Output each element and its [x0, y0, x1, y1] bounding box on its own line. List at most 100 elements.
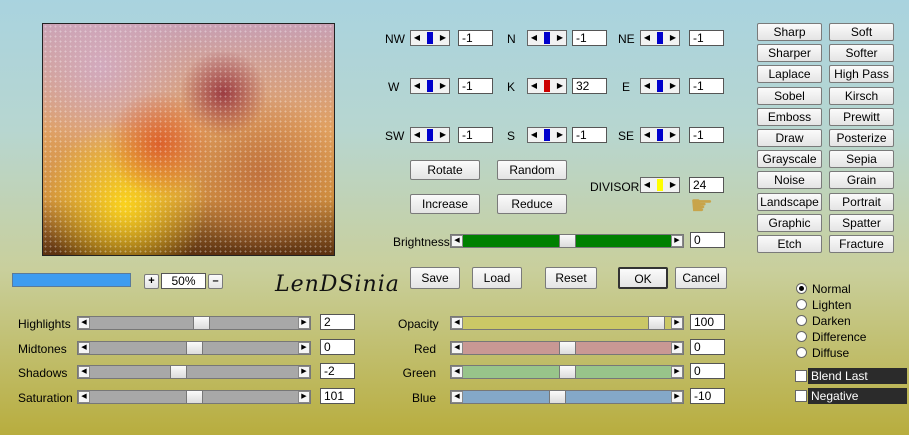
arrow-right-icon[interactable]: ▶ [438, 129, 448, 141]
preset-button-sharp[interactable]: Sharp [757, 23, 822, 41]
preset-button-soft[interactable]: Soft [829, 23, 894, 41]
arrow-right-icon[interactable]: ▶ [298, 341, 310, 354]
slider-field-green[interactable]: 0 [690, 363, 725, 379]
preset-button-sobel[interactable]: Sobel [757, 86, 822, 105]
slider-red[interactable]: ◀ ▶ [450, 340, 684, 355]
matrix-spinner-sw[interactable]: ◀ ▶ [410, 127, 450, 143]
arrow-left-icon[interactable]: ◀ [529, 32, 539, 44]
arrow-left-icon[interactable]: ◀ [451, 366, 463, 378]
arrow-left-icon[interactable]: ◀ [78, 390, 90, 403]
reduce-button[interactable]: Reduce [497, 194, 567, 214]
matrix-spinner-k[interactable]: ◀ ▶ [527, 78, 567, 94]
spinner-thumb[interactable] [427, 32, 433, 44]
reset-button[interactable]: Reset [545, 267, 597, 289]
preset-button-portrait[interactable]: Portrait [829, 192, 894, 211]
preset-button-draw[interactable]: Draw [757, 129, 822, 147]
arrow-left-icon[interactable]: ◀ [451, 390, 463, 403]
slider-knob[interactable] [648, 316, 666, 330]
zoom-in-button[interactable]: + [144, 274, 159, 289]
preset-button-graphic[interactable]: Graphic [757, 213, 822, 232]
arrow-left-icon[interactable]: ◀ [529, 129, 539, 141]
brightness-slider[interactable]: ◀ ▶ [450, 234, 684, 248]
slider-field-opacity[interactable]: 100 [690, 314, 725, 330]
ok-button[interactable]: OK [618, 267, 668, 289]
matrix-spinner-ne[interactable]: ◀ ▶ [640, 30, 680, 46]
preset-button-kirsch[interactable]: Kirsch [829, 86, 894, 105]
arrow-right-icon[interactable]: ▶ [668, 179, 678, 191]
rotate-button[interactable]: Rotate [410, 160, 480, 180]
arrow-right-icon[interactable]: ▶ [298, 390, 310, 403]
radio-darken[interactable] [796, 315, 807, 326]
matrix-spinner-w[interactable]: ◀ ▶ [410, 78, 450, 94]
spinner-thumb[interactable] [427, 129, 433, 141]
radio-diffuse[interactable] [796, 347, 807, 358]
preset-button-sharper[interactable]: Sharper [757, 44, 822, 63]
spinner-thumb[interactable] [544, 129, 550, 141]
arrow-left-icon[interactable]: ◀ [451, 317, 463, 329]
arrow-right-icon[interactable]: ▶ [555, 80, 565, 92]
slider-blue[interactable]: ◀ ▶ [450, 389, 684, 404]
slider-field-saturation[interactable]: 101 [320, 387, 355, 404]
slider-highlights[interactable]: ◀ ▶ [77, 316, 311, 330]
matrix-field-s[interactable]: -1 [572, 127, 607, 143]
arrow-left-icon[interactable]: ◀ [78, 341, 90, 354]
arrow-left-icon[interactable]: ◀ [642, 179, 652, 191]
slider-knob[interactable] [170, 365, 188, 379]
random-button[interactable]: Random [497, 160, 567, 180]
save-button[interactable]: Save [410, 267, 460, 289]
radio-difference[interactable] [796, 331, 807, 342]
arrow-left-icon[interactable]: ◀ [642, 129, 652, 141]
slider-field-red[interactable]: 0 [690, 338, 725, 355]
preset-button-grain[interactable]: Grain [829, 171, 894, 190]
arrow-right-icon[interactable]: ▶ [438, 80, 448, 92]
matrix-field-nw[interactable]: -1 [458, 30, 493, 46]
matrix-spinner-se[interactable]: ◀ ▶ [640, 127, 680, 143]
arrow-right-icon[interactable]: ▶ [671, 366, 683, 378]
matrix-spinner-nw[interactable]: ◀ ▶ [410, 30, 450, 46]
slider-shadows[interactable]: ◀ ▶ [77, 365, 311, 379]
arrow-right-icon[interactable]: ▶ [668, 32, 678, 44]
arrow-left-icon[interactable]: ◀ [451, 235, 463, 247]
slider-field-shadows[interactable]: -2 [320, 363, 355, 379]
matrix-spinner-s[interactable]: ◀ ▶ [527, 127, 567, 143]
matrix-spinner-n[interactable]: ◀ ▶ [527, 30, 567, 46]
preset-button-landscape[interactable]: Landscape [757, 192, 822, 211]
spinner-thumb[interactable] [544, 80, 550, 92]
arrow-right-icon[interactable]: ▶ [555, 32, 565, 44]
cancel-button[interactable]: Cancel [675, 267, 727, 289]
preset-button-laplace[interactable]: Laplace [757, 65, 822, 84]
arrow-right-icon[interactable]: ▶ [668, 129, 678, 141]
zoom-field[interactable]: 50% [161, 273, 206, 289]
slider-opacity[interactable]: ◀ ▶ [450, 316, 684, 330]
spinner-thumb[interactable] [427, 80, 433, 92]
arrow-left-icon[interactable]: ◀ [412, 32, 422, 44]
arrow-left-icon[interactable]: ◀ [412, 129, 422, 141]
matrix-field-se[interactable]: -1 [689, 127, 724, 143]
preset-button-fracture[interactable]: Fracture [829, 235, 894, 253]
matrix-field-ne[interactable]: -1 [689, 30, 724, 46]
zoom-out-button[interactable]: – [208, 274, 223, 289]
preset-button-etch[interactable]: Etch [757, 235, 822, 253]
divisor-thumb[interactable] [657, 179, 663, 191]
arrow-right-icon[interactable]: ▶ [671, 390, 683, 403]
radio-normal[interactable] [796, 283, 807, 294]
increase-button[interactable]: Increase [410, 194, 480, 214]
slider-knob[interactable] [185, 389, 203, 404]
negative-checkbox[interactable] [795, 390, 807, 402]
radio-lighten[interactable] [796, 299, 807, 310]
spinner-thumb[interactable] [657, 80, 663, 92]
arrow-right-icon[interactable]: ▶ [668, 80, 678, 92]
slider-knob[interactable] [558, 340, 576, 355]
spinner-thumb[interactable] [657, 32, 663, 44]
arrow-left-icon[interactable]: ◀ [78, 366, 90, 378]
preset-button-sepia[interactable]: Sepia [829, 150, 894, 169]
preset-button-softer[interactable]: Softer [829, 44, 894, 63]
preset-button-spatter[interactable]: Spatter [829, 213, 894, 232]
arrow-left-icon[interactable]: ◀ [642, 80, 652, 92]
load-button[interactable]: Load [472, 267, 522, 289]
slider-knob[interactable] [185, 340, 203, 355]
preset-button-prewitt[interactable]: Prewitt [829, 107, 894, 126]
preset-button-posterize[interactable]: Posterize [829, 129, 894, 147]
slider-field-blue[interactable]: -10 [690, 387, 725, 404]
slider-field-midtones[interactable]: 0 [320, 338, 355, 355]
